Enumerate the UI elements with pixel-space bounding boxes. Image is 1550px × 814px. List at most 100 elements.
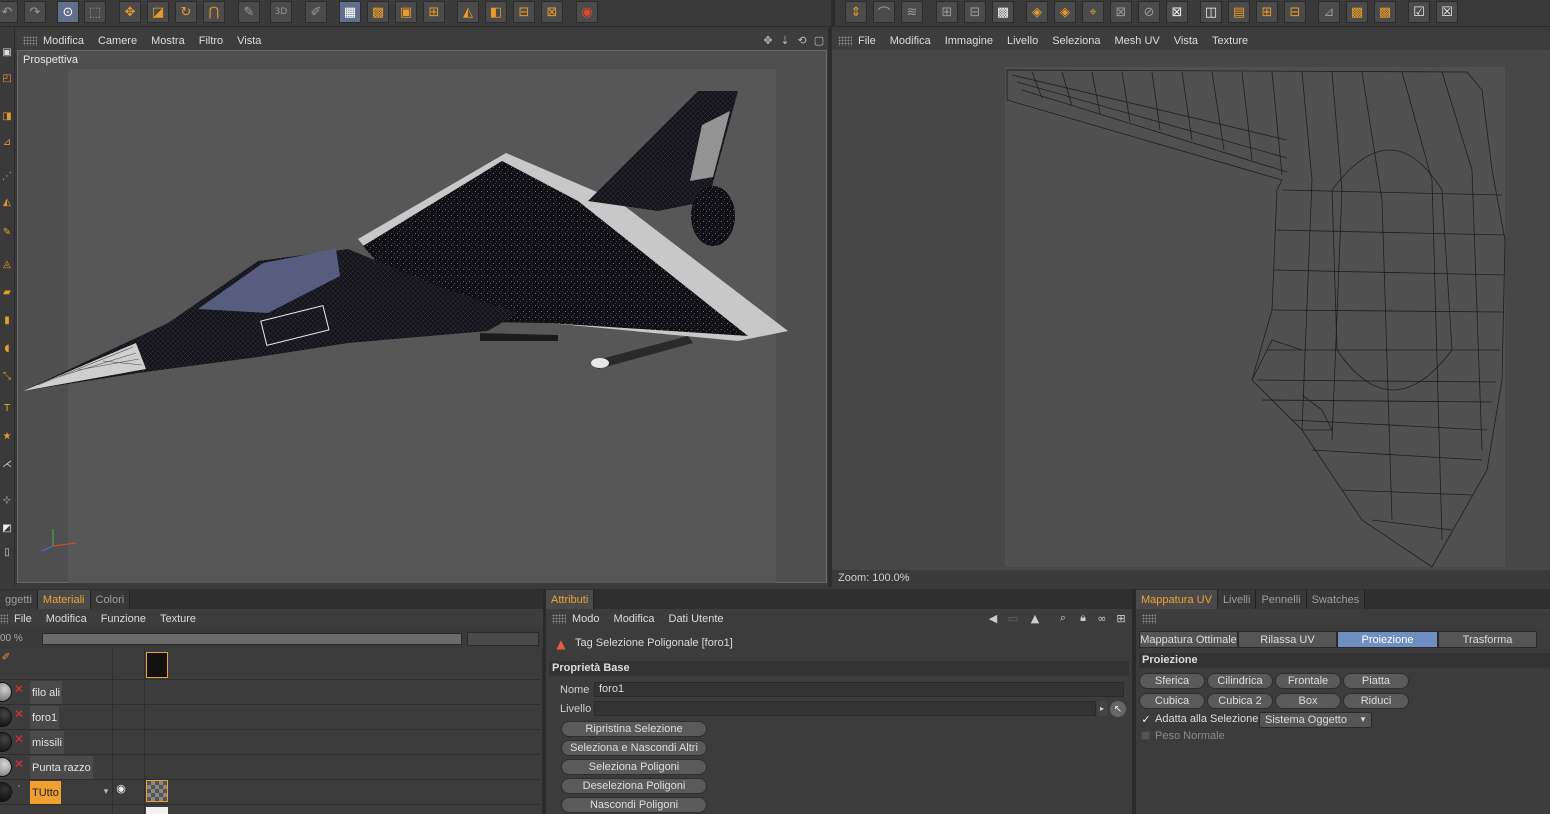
rotate-icon[interactable]: ⟲ [795,33,809,47]
subtab-trasforma[interactable]: Trasforma [1438,631,1537,648]
uv-check-2-icon[interactable]: ☒ [1436,1,1458,23]
eye-icon[interactable]: ◉ [113,782,129,795]
uv-mesh-icon[interactable]: ⊟ [964,1,986,23]
list-item[interactable]: ✕ foro1 [0,705,540,730]
tab-materiali[interactable]: Materiali [37,590,91,609]
uv-stitch-icon[interactable]: ⊿ [1318,1,1340,23]
uv-mirror-icon[interactable]: ⊠ [1110,1,1132,23]
restore-selection-button[interactable]: Ripristina Selezione [561,721,707,737]
deselect-polygons-button[interactable]: Deseleziona Poligoni [561,778,707,794]
chevron-down-icon[interactable]: ▾ [100,786,112,798]
materials-menu-modifica[interactable]: Modifica [46,613,87,625]
uv-pin-icon[interactable]: ⇕ [845,1,867,23]
uv-relax-icon[interactable]: ≋ [901,1,923,23]
new-panel-icon[interactable]: ⊞ [1114,611,1128,625]
uv-lasso-icon[interactable]: ⌒ [873,1,895,23]
layout-quad-icon[interactable]: ◧ [485,1,507,23]
link-icon[interactable]: ∞ [1096,611,1108,625]
materials-zoom-slider[interactable] [42,633,462,645]
polygons-mode-icon[interactable]: ▣ [395,1,417,23]
select-box-icon[interactable]: ⬚ [84,1,106,23]
search-icon[interactable]: ⌕ [1056,611,1070,625]
tweak-mode-icon[interactable]: ⋰ [0,167,14,185]
close-icon[interactable]: ✕ [14,757,24,771]
paint-projection-icon[interactable]: ✐ [305,1,327,23]
uv-checker-orange-2-icon[interactable]: ▩ [1374,1,1396,23]
box-button[interactable]: Box [1275,693,1341,709]
materials-menu-funzione[interactable]: Funzione [101,613,146,625]
material-name[interactable]: missili [30,731,64,754]
object-mode-icon[interactable]: ▣ [0,43,14,61]
level-field[interactable] [594,701,1096,716]
select-hide-others-button[interactable]: Seleziona e Nascondi Altri [561,740,707,756]
layout-mosaic-icon[interactable]: ⊟ [1284,1,1306,23]
undo-icon[interactable]: ↶ [0,1,18,23]
down-arrow-icon[interactable]: ⇣ [778,33,792,47]
points-mode-icon[interactable]: ▦ [339,1,361,23]
tab-colori[interactable]: Colori [90,590,131,609]
subtab-rilassa-uv[interactable]: Rilassa UV [1238,631,1337,648]
uv-check-1-icon[interactable]: ☑ [1408,1,1430,23]
scale-tool-icon[interactable]: ◪ [147,1,169,23]
magnet-vert-icon[interactable]: ⤡ [0,367,14,385]
close-icon[interactable]: ✕ [14,682,24,696]
materials-filter-dropdown[interactable] [467,632,539,646]
ik-tool-icon[interactable]: ⋌ [0,455,14,473]
subtab-mappatura-ottimale[interactable]: Mappatura Ottimale [1139,631,1238,648]
paint-3d-icon[interactable]: 3D [270,1,292,23]
loop-tool-icon[interactable]: ◖ [0,339,14,357]
texture-preview-icon[interactable] [146,652,168,678]
uv-menu-seleziona[interactable]: Seleziona [1052,35,1100,47]
list-item[interactable]: ✕ Punta razzo [0,755,540,780]
bevel-tool-icon[interactable]: ▰ [0,283,14,301]
materials-zoom-value[interactable]: 00 % [0,633,23,644]
rotate-tool-icon[interactable]: ↻ [175,1,197,23]
tab-mappatura-uv[interactable]: Mappatura UV [1136,590,1218,609]
workplane-icon[interactable]: ◭ [0,193,14,211]
redo-icon[interactable]: ↷ [24,1,46,23]
layout-grid-icon[interactable]: ⊟ [513,1,535,23]
layout-columns-icon[interactable]: ◫ [1200,1,1222,23]
edges-mode-icon[interactable]: ▩ [367,1,389,23]
layout-rows-icon[interactable]: ▤ [1228,1,1250,23]
cylindrical-button[interactable]: Cilindrica [1207,673,1273,689]
uv-menu-modifica[interactable]: Modifica [890,35,931,47]
magnet-tool-icon[interactable]: ⋂ [203,1,225,23]
uv-fit-icon[interactable]: ⊠ [1166,1,1188,23]
uv-transform-2-icon[interactable]: ◈ [1054,1,1076,23]
tab-swatches[interactable]: Swatches [1306,590,1366,609]
uv-transform-1-icon[interactable]: ◈ [1026,1,1048,23]
brush-icon[interactable]: ✎ [238,1,260,23]
attributes-menu-modo[interactable]: Modo [572,613,600,625]
spherical-button[interactable]: Sferica [1139,673,1205,689]
extrude-tool-icon[interactable]: ◬ [0,255,14,273]
material-name[interactable]: TUtto [30,781,61,804]
uv-menu-file[interactable]: File [858,35,876,47]
select-polygons-button[interactable]: Seleziona Poligoni [561,759,707,775]
cubic-2-button[interactable]: Cubica 2 [1207,693,1273,709]
list-item[interactable]: ⋅ TUtto ▾ ◉ [0,780,540,805]
material-name[interactable]: filo ali [30,681,63,704]
uv-points-icon[interactable]: ⊞ [423,1,445,23]
uv-menu-mesh-uv[interactable]: Mesh UV [1115,35,1160,47]
axis-mode-icon[interactable]: ⊿ [0,133,14,151]
live-selection-icon[interactable]: ⊙ [57,1,79,23]
tab-oggetti[interactable]: ggetti [0,590,38,609]
materials-menu-texture[interactable]: Texture [160,613,196,625]
snap-tool-icon[interactable]: ⊹ [0,491,14,509]
viewport-menu-vista[interactable]: Vista [237,35,261,47]
texture-mode-icon[interactable]: ◨ [0,107,14,125]
tab-livelli[interactable]: Livelli [1217,590,1257,609]
uv-menu-immagine[interactable]: Immagine [945,35,993,47]
viewport-menu-camere[interactable]: Camere [98,35,137,47]
uv-menu-vista[interactable]: Vista [1174,35,1198,47]
up-arrow-icon[interactable]: ▲ [1028,611,1042,625]
model-mode-icon[interactable]: ◰ [0,69,14,87]
cubic-button[interactable]: Cubica [1139,693,1205,709]
attributes-menu-dati-utente[interactable]: Dati Utente [669,613,724,625]
pick-object-icon[interactable]: ↖ [1110,701,1126,717]
viewport-menu-mostra[interactable]: Mostra [151,35,185,47]
uv-flip-icon[interactable]: ⊘ [1138,1,1160,23]
list-item[interactable]: ✕ missili [0,730,540,755]
system-select[interactable]: Sistema Oggetto ▾ [1259,712,1372,728]
